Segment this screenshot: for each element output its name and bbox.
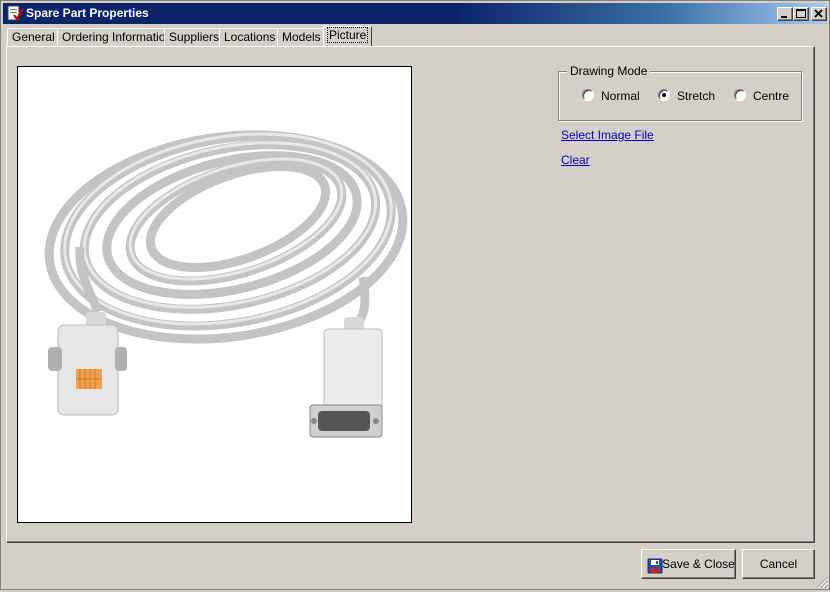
- radio-centre-indicator[interactable]: [734, 89, 746, 101]
- cancel-button[interactable]: Cancel: [742, 549, 815, 579]
- close-icon: [814, 9, 823, 18]
- drawing-mode-legend: Drawing Mode: [567, 64, 651, 78]
- radio-stretch-indicator[interactable]: [658, 89, 670, 101]
- title-bar[interactable]: Spare Part Properties: [3, 3, 827, 24]
- tab-suppliers[interactable]: Suppliers: [164, 28, 225, 46]
- save-close-button[interactable]: Save & Close: [641, 549, 736, 579]
- maximize-icon: [796, 9, 806, 18]
- radio-normal-label[interactable]: Normal: [601, 88, 640, 104]
- picture-preview: [17, 66, 412, 523]
- radio-stretch-label[interactable]: Stretch: [677, 88, 715, 104]
- tab-models[interactable]: Models: [277, 28, 326, 46]
- drawing-mode-group: Drawing Mode Normal Stretch Centre: [558, 64, 802, 121]
- resize-grip-icon[interactable]: [815, 575, 829, 589]
- tab-locations[interactable]: Locations: [219, 28, 281, 46]
- radio-normal-indicator[interactable]: [582, 89, 594, 101]
- tab-picture[interactable]: Picture: [323, 26, 373, 46]
- save-close-label: Save & Close: [662, 557, 735, 571]
- window-title: Spare Part Properties: [26, 6, 149, 20]
- cable-image: [44, 130, 408, 438]
- tab-ordering-information[interactable]: Ordering Information: [57, 28, 178, 46]
- minimize-button[interactable]: [777, 7, 793, 21]
- cancel-label: Cancel: [759, 557, 798, 571]
- radio-centre-label[interactable]: Centre: [753, 88, 789, 104]
- select-image-file-link[interactable]: Select Image File: [561, 128, 654, 142]
- app-icon: [7, 5, 24, 22]
- clear-link[interactable]: Clear: [561, 153, 590, 167]
- maximize-button[interactable]: [793, 7, 809, 21]
- properties-window: Spare Part Properties General Ordering I…: [0, 0, 830, 590]
- minimize-icon: [781, 16, 787, 18]
- floppy-disk-icon: [647, 556, 663, 584]
- tab-general[interactable]: General: [7, 28, 60, 46]
- close-button[interactable]: [811, 7, 827, 21]
